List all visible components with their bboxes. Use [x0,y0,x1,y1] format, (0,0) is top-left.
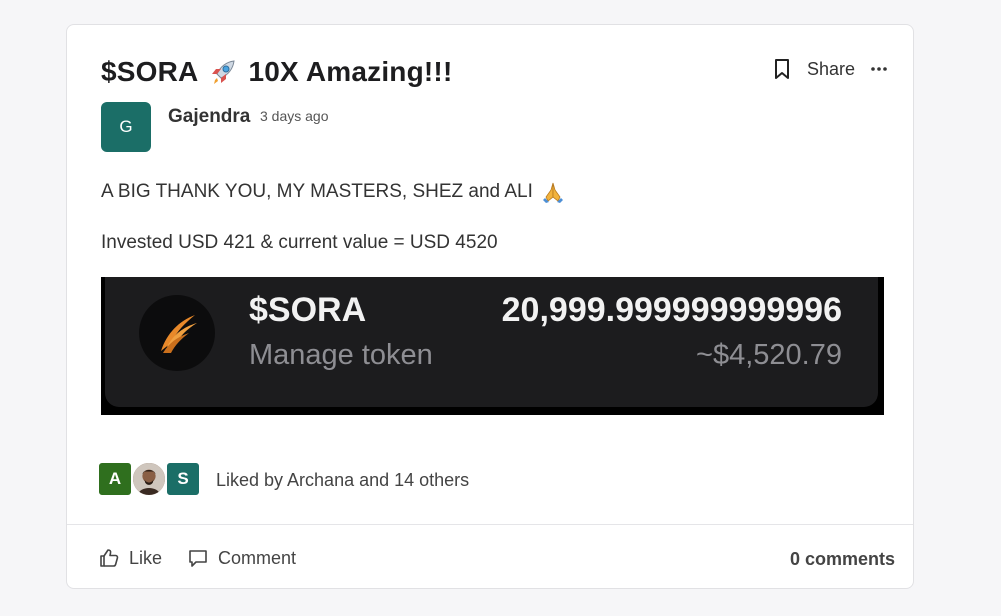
liker-avatar-a[interactable]: A [98,462,132,496]
post-title: $SORA 10X Amazing!!! [101,55,452,89]
token-subtitle: Manage token [249,339,433,371]
comments-count[interactable]: 0 comments [790,549,895,570]
more-options-icon[interactable] [869,59,889,79]
card-divider [67,524,913,525]
post-title-suffix: 10X Amazing!!! [248,56,453,87]
token-card: $SORA Manage token 20,999.999999999996 ~… [105,277,878,407]
folded-hands-icon [542,182,563,203]
share-button[interactable]: Share [807,59,855,80]
author-avatar[interactable]: G [101,102,151,152]
post-card: $SORA 10X Amazing!!! Share G Gajendra 3 … [66,24,914,589]
post-image[interactable]: $SORA Manage token 20,999.999999999996 ~… [101,277,884,415]
author-name[interactable]: Gajendra [168,106,250,128]
token-usd-value: ~$4,520.79 [696,339,842,371]
thumbs-up-icon [100,549,119,567]
liker-avatar-photo[interactable] [132,462,166,496]
post-title-text: $SORA [101,56,199,87]
comment-icon [189,550,207,567]
post-body-line-2: Invested USD 421 & current value = USD 4… [101,232,498,253]
person-photo-icon [133,463,165,495]
comment-label: Comment [218,547,297,568]
liker-avatar-s[interactable]: S [166,462,200,496]
like-label: Like [129,547,163,568]
comment-button[interactable]: Comment [187,547,296,569]
token-amount: 20,999.999999999996 [501,291,842,329]
post-body-line-1: A BIG THANK YOU, MY MASTERS, SHEZ and AL… [101,180,565,204]
post-body-line-1-text: A BIG THANK YOU, MY MASTERS, SHEZ and AL… [101,181,533,202]
bookmark-icon[interactable] [771,57,793,81]
like-button[interactable]: Like [98,547,162,569]
post-timestamp: 3 days ago [260,108,329,124]
sora-logo-icon [139,295,215,371]
liker-avatars[interactable]: A S [98,462,200,496]
liked-by-text[interactable]: Liked by Archana and 14 others [216,470,469,491]
token-name: $SORA [249,291,367,329]
rocket-icon [212,60,236,84]
post-top-actions: Share [771,57,889,81]
